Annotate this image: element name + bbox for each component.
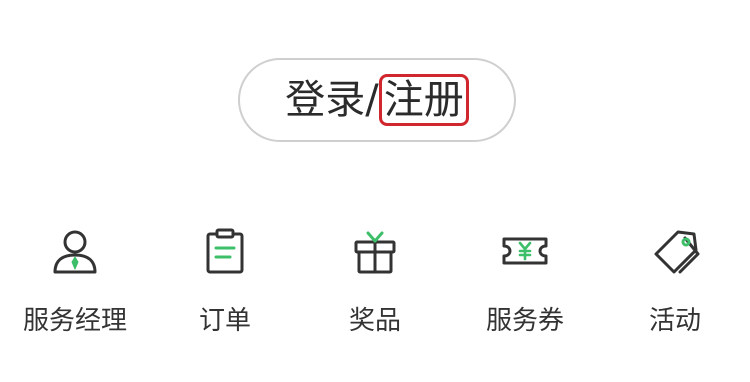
service-menu: 服务经理 订单 奖品 服务券 活动	[0, 220, 750, 350]
register-link[interactable]: 注册	[378, 74, 469, 126]
manager-icon	[50, 226, 100, 276]
menu-item-label: 订单	[198, 306, 251, 336]
login-register-text: 登录/注册	[285, 74, 469, 126]
menu-item-prizes[interactable]: 奖品	[300, 220, 450, 350]
menu-item-label: 服务券	[485, 306, 564, 336]
menu-item-orders[interactable]: 订单	[150, 220, 300, 350]
menu-item-activities[interactable]: 活动	[600, 220, 750, 350]
menu-item-manager[interactable]: 服务经理	[0, 220, 150, 350]
login-register-button[interactable]: 登录/注册	[238, 58, 516, 142]
menu-item-coupons[interactable]: 服务券	[450, 220, 600, 350]
coupon-icon	[500, 226, 550, 276]
menu-item-label: 活动	[648, 306, 701, 336]
menu-item-label: 奖品	[348, 306, 401, 336]
tag-icon	[650, 226, 700, 276]
menu-item-label: 服务经理	[22, 306, 127, 336]
gift-icon	[350, 226, 400, 276]
login-link[interactable]: 登录/	[285, 76, 378, 124]
clipboard-icon	[200, 226, 250, 276]
